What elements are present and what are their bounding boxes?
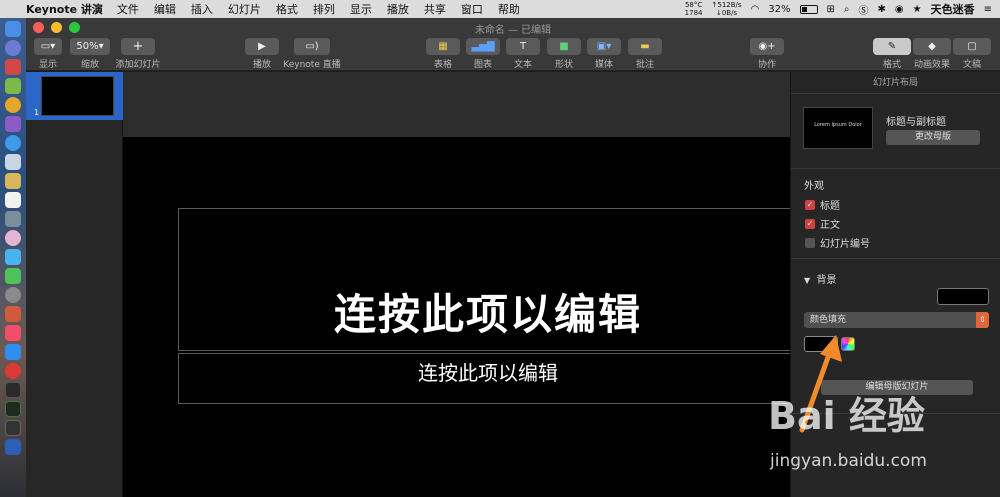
watermark-brand: Bai 经验: [768, 394, 925, 438]
watermark-url: jingyan.baidu.com: [770, 451, 927, 471]
baidu-watermark: Bai 经验 jingyan.baidu.com: [768, 385, 1000, 497]
